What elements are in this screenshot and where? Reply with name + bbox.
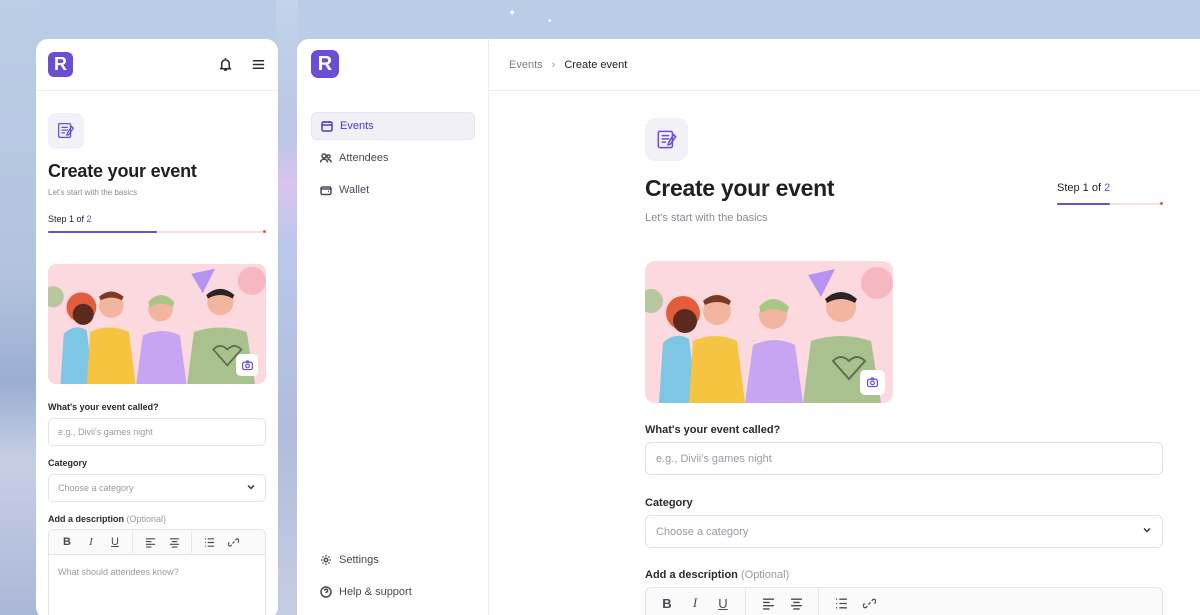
mobile-header: R (36, 39, 278, 91)
page-subtitle: Let's start with the basics (48, 188, 138, 197)
people-illustration (645, 261, 893, 403)
bold-icon[interactable]: B (653, 594, 681, 612)
page-subtitle: Let's start with the basics (645, 212, 768, 224)
desktop-app-window: R Events Attendees Wallet Settings Help … (297, 39, 1200, 615)
category-placeholder: Choose a category (58, 483, 134, 493)
users-icon (320, 153, 332, 163)
step-indicator: Step 1 of 2 (48, 214, 92, 224)
step-indicator-container: Step 1 of 2 (1057, 182, 1163, 205)
breadcrumb-events-link[interactable]: Events (509, 59, 543, 71)
event-name-input[interactable]: e.g., Divii's games night (48, 418, 266, 446)
sidebar-item-label: Attendees (339, 152, 389, 164)
sidebar-item-attendees[interactable]: Attendees (311, 144, 475, 172)
menu-icon[interactable] (251, 57, 266, 72)
snowflake-decoration: ✦ (508, 8, 517, 19)
step-progress-bar (1057, 202, 1163, 205)
breadcrumb-current: Create event (564, 58, 628, 71)
category-label: Category (645, 497, 693, 509)
event-cover-image[interactable] (48, 264, 266, 384)
wallet-icon (320, 186, 332, 196)
help-icon (320, 586, 332, 598)
category-select[interactable]: Choose a category (645, 515, 1163, 548)
link-icon[interactable] (855, 594, 883, 612)
sidebar: R Events Attendees Wallet Settings Help … (297, 39, 489, 615)
event-cover-image[interactable] (645, 261, 893, 403)
snowflake-decoration: • (548, 16, 552, 27)
people-illustration (48, 264, 266, 384)
step-indicator: Step 1 of 2 (1057, 182, 1111, 194)
sidebar-item-wallet[interactable]: Wallet (311, 176, 475, 204)
sidebar-item-help[interactable]: Help & support (311, 578, 475, 606)
category-label: Category (48, 458, 88, 468)
align-center-icon[interactable] (782, 594, 810, 612)
app-logo[interactable]: R (48, 52, 73, 77)
description-label: Add a description (Optional) (645, 569, 790, 581)
background-scenery-left (0, 0, 40, 615)
list-icon[interactable] (197, 533, 221, 551)
list-icon[interactable] (827, 594, 855, 612)
link-icon[interactable] (221, 533, 245, 551)
italic-icon[interactable]: I (79, 533, 103, 551)
event-name-label: What's your event called? (48, 402, 159, 412)
event-name-placeholder: e.g., Divii's games night (58, 427, 153, 437)
event-name-placeholder: e.g., Divii's games night (656, 452, 772, 465)
align-left-icon[interactable] (754, 594, 782, 612)
sidebar-item-label: Settings (339, 554, 379, 566)
breadcrumb-chevron-icon: › (551, 58, 556, 71)
chevron-down-icon (246, 482, 256, 494)
camera-icon[interactable] (236, 354, 258, 376)
description-toolbar: B I U (645, 587, 1163, 615)
underline-icon[interactable]: U (709, 594, 737, 612)
sidebar-item-label: Wallet (339, 184, 370, 196)
description-placeholder: What should attendees know? (58, 567, 179, 577)
align-left-icon[interactable] (138, 533, 162, 551)
category-placeholder: Choose a category (656, 525, 749, 538)
sidebar-item-settings[interactable]: Settings (311, 546, 475, 574)
background-scenery-middle (276, 0, 298, 615)
italic-icon[interactable]: I (681, 594, 709, 612)
description-textarea[interactable]: What should attendees know? (48, 555, 266, 615)
calendar-icon (321, 121, 333, 132)
camera-icon[interactable] (860, 370, 885, 395)
event-name-label: What's your event called? (645, 424, 781, 436)
page-title: Create your event (48, 161, 197, 181)
sidebar-item-label: Help & support (339, 586, 412, 598)
ticket-icon (645, 118, 688, 161)
mobile-preview-panel: R Create your event Let's start with the… (36, 39, 278, 615)
align-center-icon[interactable] (162, 533, 186, 551)
gear-icon (321, 555, 331, 565)
step-progress-bar (48, 230, 266, 233)
sidebar-item-events[interactable]: Events (311, 112, 475, 140)
event-name-input[interactable]: e.g., Divii's games night (645, 442, 1163, 475)
sidebar-item-label: Events (340, 120, 374, 132)
chevron-down-icon (1142, 525, 1152, 538)
bell-icon[interactable] (218, 57, 233, 72)
app-logo[interactable]: R (311, 50, 339, 78)
breadcrumb: Events › Create event (489, 39, 1200, 91)
category-select[interactable]: Choose a category (48, 474, 266, 502)
description-toolbar: B I U (48, 529, 266, 555)
description-label: Add a description (Optional) (48, 514, 167, 524)
ticket-icon (48, 113, 84, 149)
sidebar-nav: Events Attendees Wallet (311, 112, 475, 208)
underline-icon[interactable]: U (103, 533, 127, 551)
create-event-form: Create your event Let's start with the b… (645, 118, 1165, 615)
sidebar-bottom-nav: Settings Help & support (311, 546, 475, 610)
bold-icon[interactable]: B (55, 533, 79, 551)
